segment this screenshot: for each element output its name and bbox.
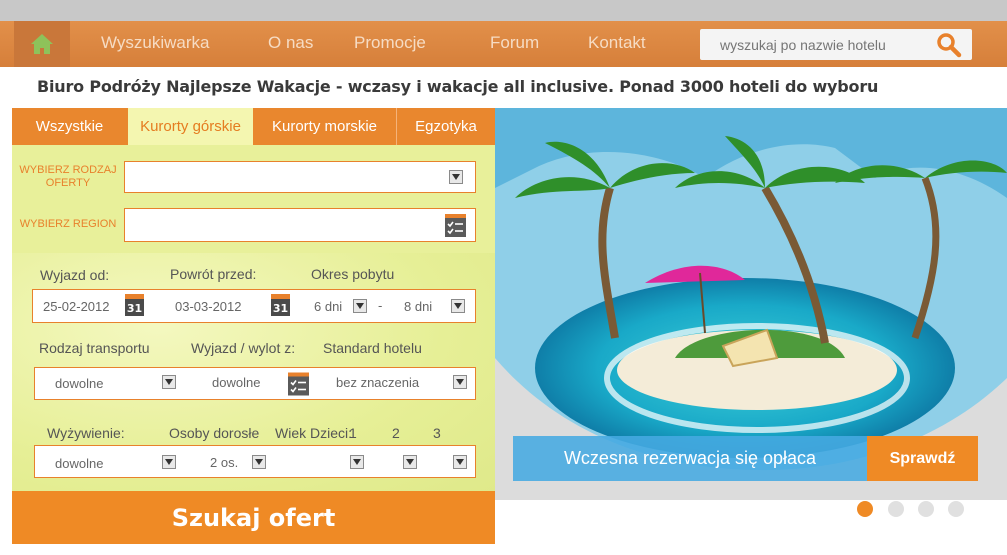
calendar-icon[interactable]: 31 (125, 294, 144, 316)
tab-mountain-resorts[interactable]: Kurorty górskie (128, 108, 253, 145)
hotel-search-box (700, 29, 972, 60)
departure-city-select[interactable]: dowolne (212, 375, 260, 390)
checklist-icon[interactable] (288, 372, 309, 396)
checklist-icon (445, 214, 466, 237)
child-2-label: 2 (392, 425, 400, 441)
chevron-down-icon[interactable] (353, 299, 367, 313)
stay-to-select[interactable]: 8 dni (404, 299, 432, 314)
return-date-input[interactable]: 03-03-2012 (175, 299, 242, 314)
dates-row: 25-02-2012 31 03-03-2012 31 6 dni - 8 dn… (32, 289, 476, 323)
search-offers-button[interactable]: Szukaj ofert (12, 491, 495, 544)
page-tagline: Biuro Podróży Najlepsze Wakacje - wczasy… (37, 77, 879, 96)
offer-type-select[interactable] (124, 161, 476, 193)
search-panel: Wszystkie Kurorty górskie Kurorty morski… (12, 108, 495, 544)
calendar-day: 31 (273, 302, 288, 315)
return-date-label: Powrót przed: (170, 266, 257, 282)
chevron-down-icon (449, 170, 463, 184)
departure-city-label: Wyjazd / wylot z: (191, 340, 296, 356)
child-3-label: 3 (433, 425, 441, 441)
slide-dot[interactable] (918, 501, 934, 517)
home-icon (31, 34, 53, 54)
transport-label: Rodzaj transportu (39, 340, 150, 356)
nav-item-promotions[interactable]: Promocje (354, 33, 426, 53)
nav-item-about[interactable]: O nas (268, 33, 313, 53)
transport-select[interactable]: dowolne (55, 376, 103, 391)
slide-dot[interactable] (857, 501, 873, 517)
chevron-down-icon[interactable] (252, 455, 266, 469)
chevron-down-icon[interactable] (162, 375, 176, 389)
chevron-down-icon[interactable] (453, 375, 467, 389)
stay-length-label: Okres pobytu (311, 266, 395, 282)
offer-type-label: WYBIERZ RODZAJ OFERTY (19, 164, 117, 189)
offer-tabs: Wszystkie Kurorty górskie Kurorty morski… (12, 108, 495, 145)
child-1-age-select[interactable] (350, 455, 364, 469)
calendar-icon[interactable]: 31 (271, 294, 290, 316)
tab-exotic[interactable]: Egzotyka (397, 108, 495, 145)
adults-select[interactable]: 2 os. (210, 455, 238, 470)
depart-date-label: Wyjazd od: (40, 267, 110, 283)
hotel-standard-select[interactable]: bez znaczenia (336, 375, 419, 390)
slide-dot[interactable] (948, 501, 964, 517)
stay-separator: - (378, 298, 383, 313)
nav-item-contact[interactable]: Kontakt (588, 33, 646, 53)
adults-label: Osoby dorosłe (169, 425, 260, 441)
chevron-down-icon[interactable] (162, 455, 176, 469)
nav-item-forum[interactable]: Forum (490, 33, 539, 53)
tab-all[interactable]: Wszystkie (12, 108, 127, 145)
home-button[interactable] (14, 21, 70, 67)
tab-sea-resorts[interactable]: Kurorty morskie (254, 108, 395, 145)
people-row: dowolne 2 os. (34, 445, 476, 478)
calendar-day: 31 (127, 302, 142, 315)
chevron-down-icon[interactable] (451, 299, 465, 313)
stay-from-select[interactable]: 6 dni (314, 299, 342, 314)
child-3-age-select[interactable] (453, 455, 467, 469)
banner-caption: Wczesna rezerwacja się opłaca (513, 436, 867, 481)
hotel-standard-label: Standard hotelu (323, 340, 422, 356)
hotel-search-input[interactable] (700, 29, 930, 60)
region-label: WYBIERZ REGION (19, 218, 117, 230)
main-navigation: Wyszukiwarka O nas Promocje Forum Kontak… (0, 21, 1007, 67)
child-1-label: 1 (349, 425, 357, 441)
search-icon[interactable] (936, 32, 962, 58)
region-select[interactable] (124, 208, 476, 242)
nav-item-search-engine[interactable]: Wyszukiwarka (101, 33, 209, 53)
board-label: Wyżywienie: (47, 425, 125, 441)
top-strip (0, 0, 1007, 21)
depart-date-input[interactable]: 25-02-2012 (43, 299, 110, 314)
children-age-label: Wiek Dzieci: (275, 425, 353, 441)
check-offer-button[interactable]: Sprawdź (867, 436, 978, 481)
child-2-age-select[interactable] (403, 455, 417, 469)
slide-dot[interactable] (888, 501, 904, 517)
transport-row: dowolne dowolne bez znaczenia (34, 367, 476, 400)
board-select[interactable]: dowolne (55, 456, 103, 471)
